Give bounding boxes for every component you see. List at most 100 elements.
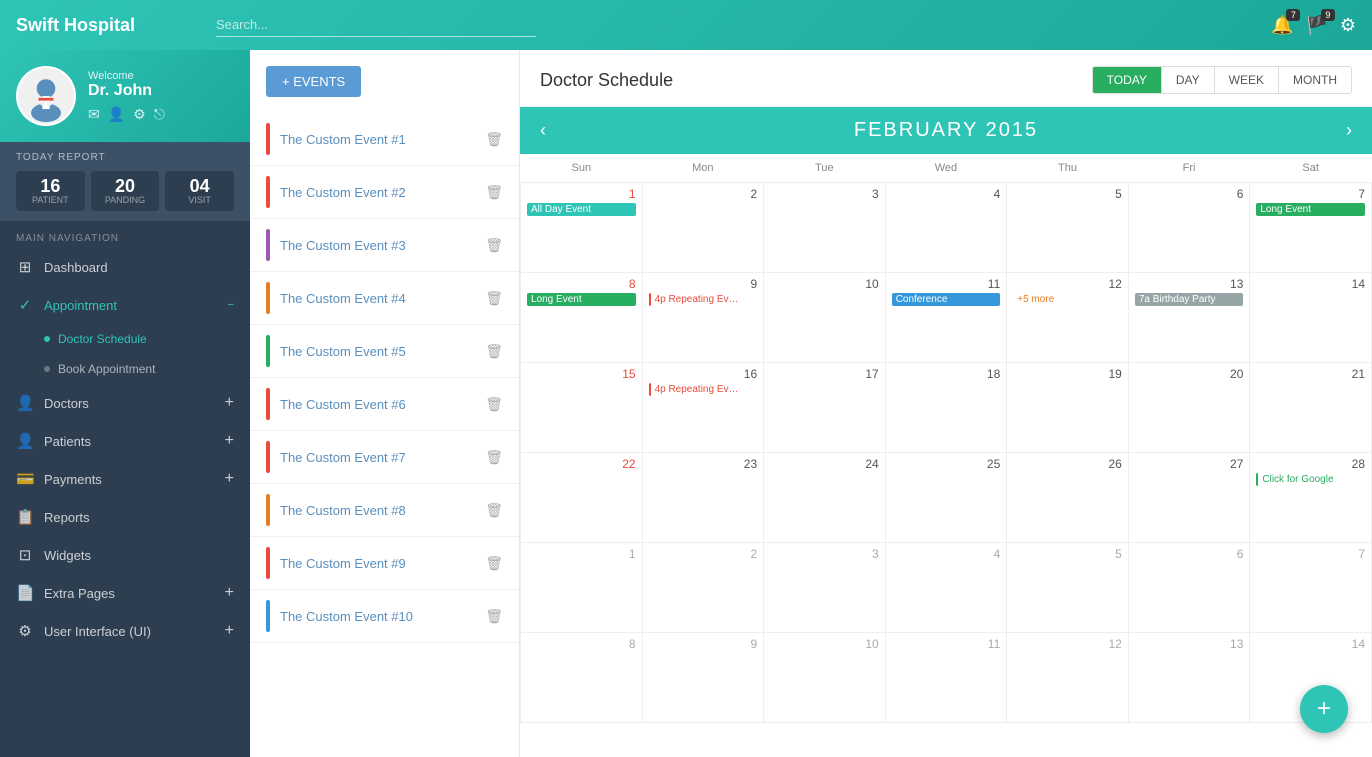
fab-button[interactable]: +	[1300, 685, 1348, 733]
logout-icon[interactable]: ⎋	[154, 106, 165, 123]
cal-cell[interactable]: 4	[885, 543, 1007, 633]
nav-item-ui[interactable]: ⚙ User Interface (UI) +	[0, 612, 250, 650]
delete-icon[interactable]: 🗑	[485, 449, 503, 466]
list-item[interactable]: The Custom Event #6 🗑	[250, 378, 519, 431]
cal-cell[interactable]: 25	[885, 453, 1007, 543]
message-icon[interactable]: ✉	[88, 106, 100, 123]
next-month-button[interactable]: ›	[1336, 116, 1362, 145]
nav-sub-book-appointment[interactable]: Book Appointment	[0, 354, 250, 384]
cal-event[interactable]: +5 more	[1013, 293, 1122, 306]
cal-cell[interactable]: 2	[642, 183, 764, 273]
list-item[interactable]: The Custom Event #4 🗑	[250, 272, 519, 325]
cal-cell[interactable]: 7 Long Event	[1250, 183, 1372, 273]
cal-cell[interactable]: 22	[521, 453, 643, 543]
cal-event[interactable]: 4p Repeating Ev…	[649, 383, 758, 396]
add-event-button[interactable]: + EVENTS	[266, 66, 361, 97]
cal-event[interactable]: Long Event	[1256, 203, 1365, 216]
cal-cell[interactable]: 7	[1250, 543, 1372, 633]
day-number: 27	[1135, 457, 1244, 471]
view-week-button[interactable]: WEEK	[1215, 67, 1279, 93]
patients-plus: +	[225, 432, 234, 450]
delete-icon[interactable]: 🗑	[485, 343, 503, 360]
delete-icon[interactable]: 🗑	[485, 555, 503, 572]
cal-cell[interactable]: 3	[764, 543, 886, 633]
delete-icon[interactable]: 🗑	[485, 131, 503, 148]
cal-event[interactable]: Conference	[892, 293, 1001, 306]
list-item[interactable]: The Custom Event #1 🗑	[250, 113, 519, 166]
cal-cell[interactable]: 12 +5 more	[1007, 273, 1129, 363]
cal-cell[interactable]: 9 4p Repeating Ev…	[642, 273, 764, 363]
cal-cell[interactable]: 27	[1128, 453, 1250, 543]
cal-cell[interactable]: 15	[521, 363, 643, 453]
cal-cell[interactable]: 13 7a Birthday Party	[1128, 273, 1250, 363]
cal-cell[interactable]: 21	[1250, 363, 1372, 453]
cal-cell[interactable]: 10	[764, 273, 886, 363]
cal-cell[interactable]: 11 Conference	[885, 273, 1007, 363]
nav-item-patients[interactable]: 👤 Patients +	[0, 422, 250, 460]
nav-item-widgets[interactable]: ⊡ Widgets	[0, 536, 250, 574]
cal-cell[interactable]: 19	[1007, 363, 1129, 453]
list-item[interactable]: The Custom Event #3 🗑	[250, 219, 519, 272]
delete-icon[interactable]: 🗑	[485, 608, 503, 625]
list-item[interactable]: The Custom Event #9 🗑	[250, 537, 519, 590]
cal-cell[interactable]: 10	[764, 633, 886, 723]
nav-sub-doctor-schedule[interactable]: Doctor Schedule	[0, 324, 250, 354]
cal-cell[interactable]: 5	[1007, 183, 1129, 273]
cal-cell[interactable]: 28 Click for Google	[1250, 453, 1372, 543]
cal-cell[interactable]: 26	[1007, 453, 1129, 543]
list-item[interactable]: The Custom Event #7 🗑	[250, 431, 519, 484]
flags-btn[interactable]: 🏴 9	[1305, 15, 1327, 36]
cal-cell[interactable]: 17	[764, 363, 886, 453]
cal-cell[interactable]: 5	[1007, 543, 1129, 633]
cal-cell[interactable]: 6	[1128, 183, 1250, 273]
cal-cell[interactable]: 24	[764, 453, 886, 543]
cal-cell[interactable]: 3	[764, 183, 886, 273]
cal-cell[interactable]: 14	[1250, 273, 1372, 363]
nav-item-doctors[interactable]: 👤 Doctors +	[0, 384, 250, 422]
list-item[interactable]: The Custom Event #5 🗑	[250, 325, 519, 378]
nav-item-payments[interactable]: 💳 Payments +	[0, 460, 250, 498]
delete-icon[interactable]: 🗑	[485, 237, 503, 254]
list-item[interactable]: The Custom Event #8 🗑	[250, 484, 519, 537]
nav-item-reports[interactable]: 📋 Reports	[0, 498, 250, 536]
cal-event[interactable]: Long Event	[527, 293, 636, 306]
nav-item-appointment[interactable]: ✓ Appointment −	[0, 286, 250, 324]
cal-cell[interactable]: 4	[885, 183, 1007, 273]
list-item[interactable]: The Custom Event #2 🗑	[250, 166, 519, 219]
cal-cell[interactable]: 8	[521, 633, 643, 723]
content: + EVENTS The Custom Event #1 🗑 The Custo…	[250, 50, 1372, 757]
list-item[interactable]: The Custom Event #10 🗑	[250, 590, 519, 643]
cal-cell[interactable]: 1	[521, 543, 643, 633]
cal-cell[interactable]: 12	[1007, 633, 1129, 723]
cal-event[interactable]: All Day Event	[527, 203, 636, 216]
cal-cell[interactable]: 16 4p Repeating Ev…	[642, 363, 764, 453]
view-today-button[interactable]: TODAY	[1093, 67, 1162, 93]
cal-cell[interactable]: 6	[1128, 543, 1250, 633]
prev-month-button[interactable]: ‹	[530, 116, 556, 145]
view-month-button[interactable]: MONTH	[1279, 67, 1351, 93]
cal-event[interactable]: 7a Birthday Party	[1135, 293, 1244, 306]
nav-item-extra-pages[interactable]: 📄 Extra Pages +	[0, 574, 250, 612]
cal-cell[interactable]: 11	[885, 633, 1007, 723]
settings-icon[interactable]: ⚙	[133, 106, 146, 123]
cal-cell[interactable]: 2	[642, 543, 764, 633]
nav-item-dashboard[interactable]: ⊞ Dashboard	[0, 248, 250, 286]
delete-icon[interactable]: 🗑	[485, 290, 503, 307]
cal-cell[interactable]: 20	[1128, 363, 1250, 453]
cal-cell[interactable]: 23	[642, 453, 764, 543]
cal-cell[interactable]: 9	[642, 633, 764, 723]
delete-icon[interactable]: 🗑	[485, 184, 503, 201]
view-day-button[interactable]: DAY	[1162, 67, 1215, 93]
notifications-btn[interactable]: 🔔 7	[1271, 15, 1293, 36]
delete-icon[interactable]: 🗑	[485, 502, 503, 519]
delete-icon[interactable]: 🗑	[485, 396, 503, 413]
cal-event[interactable]: 4p Repeating Ev…	[649, 293, 758, 306]
cal-event[interactable]: Click for Google	[1256, 473, 1365, 486]
cal-cell[interactable]: 1 All Day Event	[521, 183, 643, 273]
user-icon[interactable]: 👤	[108, 106, 125, 123]
cal-cell[interactable]: 18	[885, 363, 1007, 453]
search-input[interactable]	[216, 13, 536, 37]
cal-cell[interactable]: 13	[1128, 633, 1250, 723]
settings-btn[interactable]: ⚙	[1340, 15, 1356, 36]
cal-cell[interactable]: 8 Long Event	[521, 273, 643, 363]
